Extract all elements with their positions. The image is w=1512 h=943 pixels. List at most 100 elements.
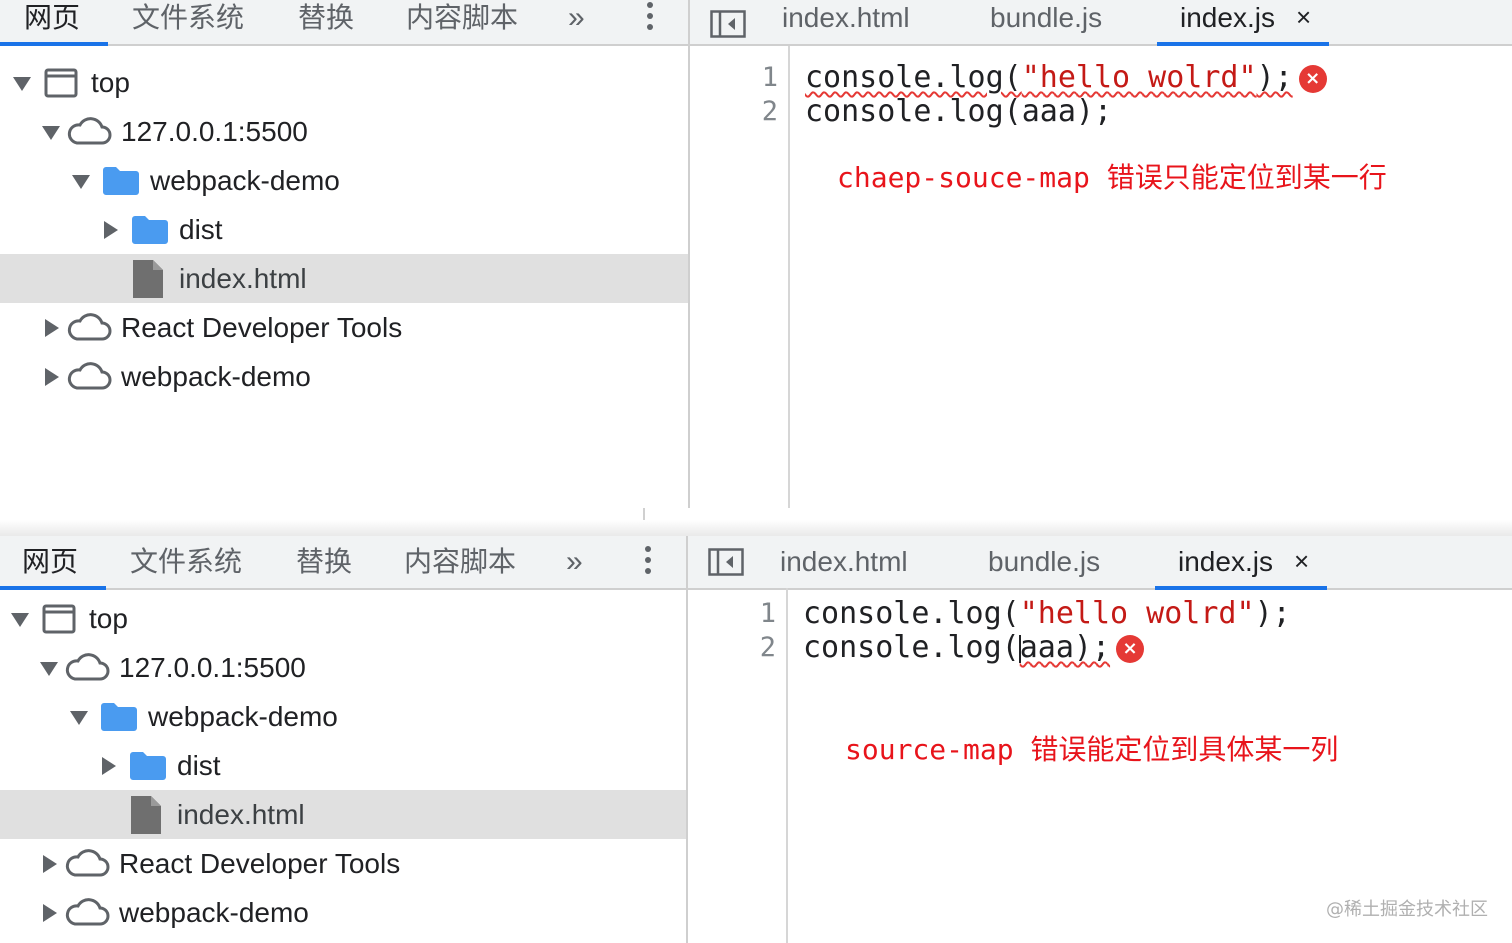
- close-tab-icon[interactable]: ×: [1294, 536, 1309, 588]
- tree-item-label: index.html: [177, 799, 305, 830]
- tree-item-label: top: [89, 603, 128, 634]
- close-tab-icon[interactable]: ×: [1296, 0, 1311, 44]
- code-line-1[interactable]: console.log("hello wolrd");: [803, 596, 1291, 631]
- tree-item-react-devtools[interactable]: React Developer Tools: [0, 839, 686, 888]
- collapsed-arrow-icon[interactable]: [45, 368, 59, 386]
- tab-overrides[interactable]: 替换: [298, 0, 354, 44]
- collapsed-arrow-icon[interactable]: [102, 757, 116, 775]
- tree-item-label: webpack-demo: [150, 165, 340, 196]
- kebab-menu-icon[interactable]: [645, 546, 651, 579]
- line-number: 1: [761, 62, 778, 93]
- tab-filesystem[interactable]: 文件系统: [130, 536, 242, 588]
- error-icon[interactable]: ×: [1298, 64, 1327, 93]
- kebab-menu-icon[interactable]: [647, 2, 653, 35]
- expanded-arrow-icon[interactable]: [70, 711, 88, 725]
- code-line-2[interactable]: console.log(aaa);: [805, 94, 1112, 129]
- code-editor[interactable]: 1 2 console.log("hello wolrd"); × console…: [690, 46, 1512, 508]
- line-number: 2: [759, 632, 776, 663]
- tree-item-label: dist: [177, 750, 221, 781]
- frame-icon: [42, 604, 76, 634]
- error-icon[interactable]: ×: [1116, 634, 1145, 663]
- tree-item-folder-dist[interactable]: dist: [0, 741, 686, 790]
- active-tab-indicator: [0, 586, 106, 590]
- expanded-arrow-icon[interactable]: [42, 126, 60, 140]
- tree-item-top[interactable]: top: [0, 58, 688, 107]
- code-line-2[interactable]: console.log(aaa); ×: [803, 630, 1145, 665]
- error-squiggle: console.log("hello wolrd");: [805, 60, 1293, 95]
- cloud-icon: [67, 313, 112, 341]
- tab-overrides[interactable]: 替换: [296, 536, 352, 588]
- annotation-text: source-map 错误能定位到具体某一列: [845, 733, 1339, 766]
- tree-item-webpack-demo-ext[interactable]: webpack-demo: [0, 352, 688, 401]
- tree-item-origin[interactable]: 127.0.0.1:5500: [0, 107, 688, 156]
- editor-tab-bundle-js[interactable]: bundle.js: [988, 536, 1100, 588]
- tree-item-label: webpack-demo: [121, 361, 311, 392]
- folder-icon: [130, 752, 166, 780]
- cloud-icon: [67, 117, 112, 145]
- tree-item-file-index-html[interactable]: index.html: [0, 790, 686, 839]
- editor-tab-index-js[interactable]: index.js: [1178, 536, 1273, 588]
- collapsed-arrow-icon[interactable]: [45, 319, 59, 337]
- tab-content-scripts[interactable]: 内容脚本: [406, 0, 518, 44]
- expanded-arrow-icon[interactable]: [11, 613, 29, 627]
- cloud-icon: [67, 362, 112, 390]
- frame-icon: [44, 68, 78, 98]
- editor-pane: index.html bundle.js index.js × 1 2 cons…: [690, 0, 1512, 508]
- devtools-panel-cheap-source-map: 网页 文件系统 替换 内容脚本 » top 127.0.0.1:5500 web…: [0, 0, 1512, 508]
- collapsed-arrow-icon[interactable]: [43, 904, 57, 922]
- tab-content-scripts[interactable]: 内容脚本: [404, 536, 516, 588]
- navigator-tabbar: 网页 文件系统 替换 内容脚本 »: [0, 536, 686, 590]
- tree-item-label: webpack-demo: [148, 701, 338, 732]
- code-token: console.log(aaa);: [805, 94, 1113, 129]
- code-token: console.log(: [803, 630, 1020, 665]
- more-tabs-icon[interactable]: »: [568, 0, 585, 44]
- toggle-navigator-icon[interactable]: [708, 548, 744, 576]
- line-number: 1: [759, 598, 776, 629]
- expanded-arrow-icon[interactable]: [40, 662, 58, 676]
- editor-tabbar: index.html bundle.js index.js ×: [690, 0, 1512, 46]
- tree-item-folder-webpack-demo[interactable]: webpack-demo: [0, 156, 688, 205]
- folder-icon: [132, 216, 168, 244]
- folder-icon: [101, 703, 137, 731]
- tree-item-folder-dist[interactable]: dist: [0, 205, 688, 254]
- tree-item-file-index-html[interactable]: index.html: [0, 254, 688, 303]
- more-tabs-icon[interactable]: »: [566, 536, 583, 588]
- tree-item-label: index.html: [179, 263, 307, 294]
- line-gutter: 1 2: [690, 46, 790, 508]
- tree-item-react-devtools[interactable]: React Developer Tools: [0, 303, 688, 352]
- editor-tab-bundle-js[interactable]: bundle.js: [990, 0, 1102, 44]
- editor-tab-index-html[interactable]: index.html: [782, 0, 910, 44]
- navigator-tabbar: 网页 文件系统 替换 内容脚本 »: [0, 0, 688, 46]
- cloud-icon: [65, 898, 110, 926]
- error-squiggle: aaa);: [1019, 630, 1111, 665]
- tree-item-folder-webpack-demo[interactable]: webpack-demo: [0, 692, 686, 741]
- tree-item-top[interactable]: top: [0, 594, 686, 643]
- tab-page[interactable]: 网页: [22, 536, 78, 588]
- tree-item-origin[interactable]: 127.0.0.1:5500: [0, 643, 686, 692]
- editor-tabbar: index.html bundle.js index.js ×: [688, 536, 1512, 590]
- code-token: console.log(: [803, 596, 1020, 631]
- code-token: console.log(: [805, 60, 1022, 95]
- code-editor[interactable]: 1 2 console.log("hello wolrd"); console.…: [688, 588, 1512, 943]
- code-token: );: [1254, 596, 1291, 631]
- editor-tab-index-js[interactable]: index.js: [1180, 0, 1275, 44]
- editor-tab-index-html[interactable]: index.html: [780, 536, 908, 588]
- file-icon: [131, 796, 161, 834]
- tree-item-label: React Developer Tools: [119, 848, 401, 879]
- line-number: 2: [761, 96, 778, 127]
- collapsed-arrow-icon[interactable]: [43, 855, 57, 873]
- tab-page[interactable]: 网页: [24, 0, 80, 44]
- tree-item-webpack-demo-ext[interactable]: webpack-demo: [0, 888, 686, 937]
- cloud-icon: [65, 653, 110, 681]
- code-line-1[interactable]: console.log("hello wolrd"); ×: [805, 60, 1327, 95]
- collapsed-arrow-icon[interactable]: [104, 221, 118, 239]
- expanded-arrow-icon[interactable]: [72, 175, 90, 189]
- watermark: @稀土掘金技术社区: [1326, 899, 1488, 920]
- tree-item-label: top: [91, 67, 130, 98]
- cloud-icon: [65, 849, 110, 877]
- navigator-pane: 网页 文件系统 替换 内容脚本 » top 127.0.0.1:5500 web…: [0, 536, 688, 943]
- tab-filesystem[interactable]: 文件系统: [132, 0, 244, 44]
- toggle-navigator-icon[interactable]: [710, 10, 746, 38]
- active-tab-indicator: [0, 42, 108, 46]
- expanded-arrow-icon[interactable]: [13, 77, 31, 91]
